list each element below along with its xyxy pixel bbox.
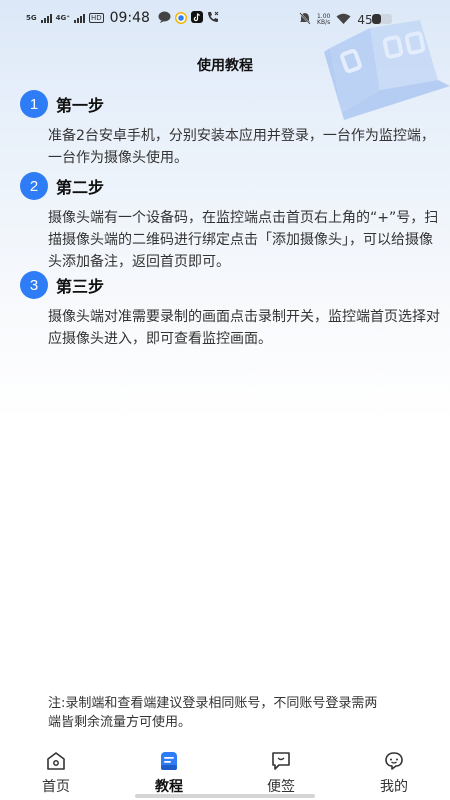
bottom-tab-bar: 首页 教程 便签 我的 bbox=[0, 742, 450, 800]
step-description: 摄像头端对准需要录制的画面点击录制开关，监控端首页选择对应摄像头进入，即可查看监… bbox=[48, 309, 440, 347]
tab-profile-label: 我的 bbox=[380, 779, 408, 795]
message-icon bbox=[158, 11, 171, 26]
tab-profile[interactable]: 我的 bbox=[364, 750, 424, 796]
tab-notes[interactable]: 便签 bbox=[251, 750, 311, 796]
step-1: 1 第一步 准备2台安卓手机，分别安装本应用并登录，一台作为监控端，一台作为摄像… bbox=[20, 90, 440, 169]
status-time: 09:48 bbox=[109, 10, 150, 26]
missed-call-icon bbox=[207, 11, 219, 26]
step-3: 3 第三步 摄像头端对准需要录制的画面点击录制开关，监控端首页选择对应摄像头进入… bbox=[20, 271, 440, 350]
network-4g-label: 4G⁺ bbox=[55, 13, 70, 22]
step-title: 第二步 bbox=[56, 178, 105, 197]
step-number-badge: 2 bbox=[20, 172, 48, 200]
home-icon bbox=[26, 750, 86, 772]
network-5g-label: 5G bbox=[26, 13, 37, 22]
tutorial-icon bbox=[139, 750, 199, 772]
tab-notes-label: 便签 bbox=[267, 779, 295, 795]
step-number-badge: 3 bbox=[20, 271, 48, 299]
home-indicator[interactable] bbox=[135, 794, 315, 798]
tab-home[interactable]: 首页 bbox=[26, 750, 86, 796]
profile-icon bbox=[364, 750, 424, 772]
signal-icon bbox=[40, 13, 52, 23]
step-description: 准备2台安卓手机，分别安装本应用并登录，一台作为监控端，一台作为摄像头使用。 bbox=[48, 128, 435, 166]
step-title: 第一步 bbox=[56, 96, 105, 115]
tab-tutorial-label: 教程 bbox=[155, 779, 183, 795]
tab-home-label: 首页 bbox=[42, 779, 70, 795]
note-icon bbox=[251, 750, 311, 772]
tiktok-icon bbox=[190, 10, 203, 26]
hd-icon: HD bbox=[88, 13, 104, 23]
app-notification-icon bbox=[174, 12, 187, 24]
step-title: 第三步 bbox=[56, 277, 105, 296]
step-description: 摄像头端有一个设备码，在监控端点击首页右上角的“+”号，扫描摄像头端的二维码进行… bbox=[48, 210, 439, 270]
usage-note: 注:录制端和查看端建议登录相同账号，不同账号登录需两端皆剩余流量方可使用。 bbox=[48, 696, 378, 730]
signal-icon-2 bbox=[73, 13, 85, 23]
page-title: 使用教程 bbox=[197, 58, 253, 74]
step-2: 2 第二步 摄像头端有一个设备码，在监控端点击首页右上角的“+”号，扫描摄像头端… bbox=[20, 172, 440, 273]
step-number-badge: 1 bbox=[20, 90, 48, 118]
tab-tutorial[interactable]: 教程 bbox=[139, 750, 199, 796]
